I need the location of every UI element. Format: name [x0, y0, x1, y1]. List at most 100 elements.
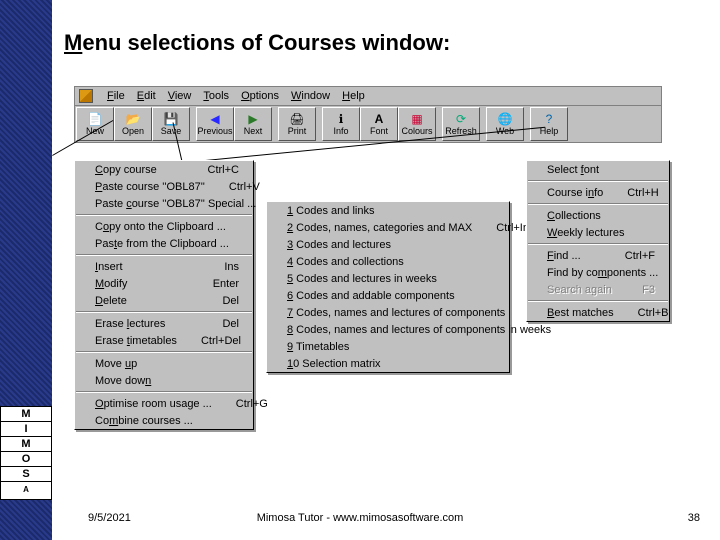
menu-item[interactable]: 2 Codes, names, categories and MAXCtrl+I…	[267, 219, 509, 236]
help-icon: ?	[541, 112, 557, 126]
menu-item-label: Course info	[547, 187, 603, 199]
menu-item[interactable]: Select font	[527, 161, 669, 178]
menu-item-label: Erase lectures	[95, 318, 165, 330]
menu-item[interactable]: Optimise room usage ...Ctrl+G	[75, 395, 253, 412]
menu-item-label: Find ...	[547, 250, 581, 262]
menu-item[interactable]: 8 Codes, names and lectures of component…	[267, 321, 509, 338]
slide-title: Menu selections of Courses window:	[64, 30, 450, 56]
menu-item[interactable]: Paste course ''OBL87'' Special ...	[75, 195, 253, 212]
save-button[interactable]: 💾Save	[152, 107, 190, 141]
menu-item[interactable]: Combine courses ...	[75, 412, 253, 429]
menu-item-label: Optimise room usage ...	[95, 398, 212, 410]
edit-dropdown-menu: Copy courseCtrl+CPaste course ''OBL87''C…	[74, 160, 254, 430]
help-button[interactable]: ?Help	[530, 107, 568, 141]
menu-item[interactable]: Move down	[75, 372, 253, 389]
menu-item[interactable]: Erase lectures Del	[75, 315, 253, 332]
menu-item[interactable]: 7 Codes, names and lectures of component…	[267, 304, 509, 321]
menu-view[interactable]: View	[162, 90, 198, 102]
menu-item-label: 7 Codes, names and lectures of component…	[287, 307, 505, 319]
menu-item[interactable]: InsertIns	[75, 258, 253, 275]
menu-item-label: Find by components ...	[547, 267, 658, 279]
next-button[interactable]: ▶Next	[234, 107, 272, 141]
menu-item-label: 5 Codes and lectures in weeks	[287, 273, 437, 285]
previous-button[interactable]: ◀Previous	[196, 107, 234, 141]
menu-item[interactable]: Copy onto the Clipboard ...	[75, 218, 253, 235]
menu-item: Search again F3	[527, 281, 669, 298]
refresh-icon: ⟳	[453, 112, 469, 126]
menu-item-label: 9 Timetables	[287, 341, 349, 353]
menu-item-shortcut: Del	[198, 295, 239, 307]
font-button[interactable]: AFont	[360, 107, 398, 141]
web-button[interactable]: 🌐Web	[486, 107, 524, 141]
menu-item-label: Best matches	[547, 307, 614, 319]
menu-item[interactable]: Best matchesCtrl+B	[527, 304, 669, 321]
menu-item[interactable]: 3 Codes and lectures	[267, 236, 509, 253]
menu-item[interactable]: Copy courseCtrl+C	[75, 161, 253, 178]
menu-edit[interactable]: Edit	[131, 90, 162, 102]
menu-item-label: Paste course ''OBL87''	[95, 181, 205, 193]
menu-options[interactable]: Options	[235, 90, 285, 102]
menu-item-label: Combine courses ...	[95, 415, 193, 427]
menu-item[interactable]: Collections	[527, 207, 669, 224]
menu-item-shortcut: Del	[198, 318, 239, 330]
menu-item[interactable]: 5 Codes and lectures in weeks	[267, 270, 509, 287]
new-button[interactable]: 📄New	[76, 107, 114, 141]
toolbar-label: Colours	[401, 126, 432, 136]
font-icon: A	[371, 112, 387, 126]
menu-item[interactable]: 10 Selection matrix	[267, 355, 509, 372]
menu-item[interactable]: 6 Codes and addable components	[267, 287, 509, 304]
menu-item[interactable]: Move up	[75, 355, 253, 372]
menu-item-label: 10 Selection matrix	[287, 358, 381, 370]
menu-window[interactable]: Window	[285, 90, 336, 102]
menu-item-label: 8 Codes, names and lectures of component…	[287, 324, 551, 336]
menu-item[interactable]: 9 Timetables	[267, 338, 509, 355]
open-button[interactable]: 📂Open	[114, 107, 152, 141]
toolbar-label: Font	[370, 126, 388, 136]
colours-icon: ▦	[409, 112, 425, 126]
print-button[interactable]: 🖨Print	[278, 107, 316, 141]
toolbar-label: Save	[161, 126, 182, 136]
menu-item[interactable]: Course infoCtrl+H	[527, 184, 669, 201]
menu-item-shortcut: Ctrl+Del	[177, 335, 241, 347]
menu-item-shortcut: Ctrl+H	[603, 187, 658, 199]
menu-item[interactable]: ModifyEnter	[75, 275, 253, 292]
menu-item-label: Search again	[547, 284, 612, 296]
web-icon: 🌐	[497, 112, 513, 126]
menu-item-label: Copy onto the Clipboard ...	[95, 221, 226, 233]
menu-item-shortcut: Ctrl+V	[205, 181, 260, 193]
save-icon: 💾	[163, 112, 179, 126]
print-icon: 🖨	[289, 112, 305, 126]
menu-item[interactable]: Find by components ...	[527, 264, 669, 281]
menubar: FileEditViewToolsOptionsWindowHelp	[74, 86, 662, 106]
toolbar-label: Open	[122, 126, 144, 136]
menu-item[interactable]: Delete Del	[75, 292, 253, 309]
menu-item[interactable]: Find ...Ctrl+F	[527, 247, 669, 264]
menu-item-label: Erase timetables	[95, 335, 177, 347]
menu-help[interactable]: Help	[336, 90, 371, 102]
menu-item[interactable]: Paste course ''OBL87''Ctrl+V	[75, 178, 253, 195]
menu-item[interactable]: Weekly lectures	[527, 224, 669, 241]
menu-item[interactable]: Paste from the Clipboard ...	[75, 235, 253, 252]
mimosa-logo: MIMOSA	[0, 406, 52, 500]
menu-item[interactable]: 4 Codes and collections	[267, 253, 509, 270]
footer-center: Mimosa Tutor - www.mimosasoftware.com	[0, 512, 720, 524]
tools-dropdown-menu: Select font Course infoCtrl+H Collections W…	[526, 160, 670, 322]
menu-item-shortcut: Ctrl+B	[614, 307, 669, 319]
colours-button[interactable]: ▦Colours	[398, 107, 436, 141]
next-icon: ▶	[245, 112, 261, 126]
menu-item-label: 3 Codes and lectures	[287, 239, 391, 251]
toolbar-label: Info	[333, 126, 348, 136]
info-button[interactable]: ℹInfo	[322, 107, 360, 141]
menu-item-label: Select font	[547, 164, 599, 176]
menu-item-shortcut: F3	[618, 284, 655, 296]
menu-item[interactable]: 1 Codes and links	[267, 202, 509, 219]
menu-item-label: Move down	[95, 375, 151, 387]
menu-item-label: Delete	[95, 295, 127, 307]
open-icon: 📂	[125, 112, 141, 126]
menu-tools[interactable]: Tools	[197, 90, 235, 102]
menu-item[interactable]: Erase timetablesCtrl+Del	[75, 332, 253, 349]
menu-item-label: Paste from the Clipboard ...	[95, 238, 229, 250]
toolbar-label: Previous	[197, 126, 232, 136]
menu-file[interactable]: File	[101, 90, 131, 102]
menu-item-label: Weekly lectures	[547, 227, 624, 239]
